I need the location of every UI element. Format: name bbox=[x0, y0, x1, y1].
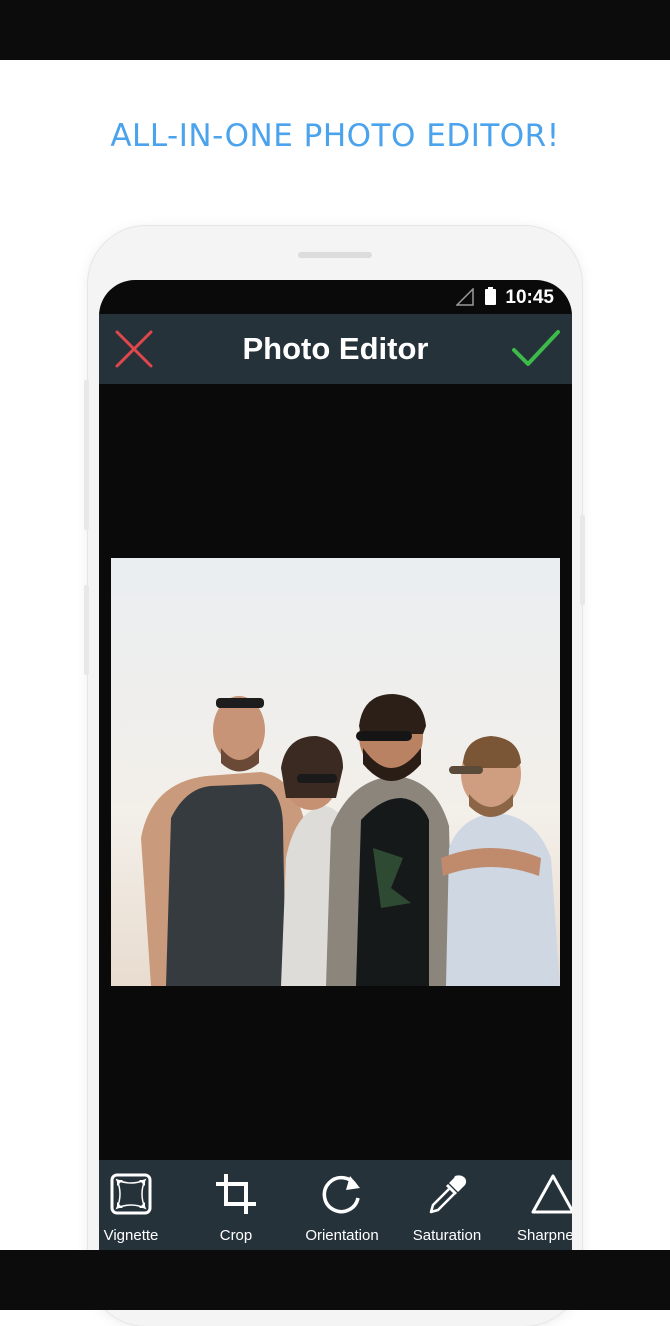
edit-toolbar: Vignette Crop Orientation Saturation Sha… bbox=[99, 1160, 572, 1260]
tool-label: Sharpne bbox=[517, 1227, 572, 1244]
crop-icon bbox=[216, 1174, 256, 1214]
status-bar: 10:45 bbox=[99, 280, 572, 314]
phone-side-button bbox=[84, 380, 89, 530]
phone-side-button bbox=[84, 585, 89, 675]
phone-side-button bbox=[580, 515, 585, 605]
tool-label: Vignette bbox=[103, 1227, 159, 1244]
tool-sharpness[interactable]: Sharpne bbox=[503, 1160, 572, 1260]
rotate-icon bbox=[322, 1175, 360, 1214]
promo-headline: ALL-IN-ONE PHOTO EDITOR! bbox=[110, 118, 560, 154]
tool-label: Saturation bbox=[412, 1227, 482, 1244]
triangle-icon bbox=[531, 1174, 572, 1214]
bottom-black-bar bbox=[0, 1250, 670, 1310]
tool-vignette[interactable]: Vignette bbox=[99, 1160, 181, 1260]
status-time: 10:45 bbox=[505, 287, 554, 308]
phone-speaker bbox=[298, 252, 372, 258]
signal-icon bbox=[456, 288, 474, 306]
battery-icon bbox=[485, 287, 496, 305]
eyedropper-icon bbox=[429, 1175, 467, 1214]
page-title: Photo Editor bbox=[242, 331, 429, 366]
tool-saturation[interactable]: Saturation bbox=[397, 1160, 497, 1260]
tool-orientation[interactable]: Orientation bbox=[292, 1160, 392, 1260]
vignette-icon bbox=[110, 1173, 152, 1215]
top-black-bar bbox=[0, 0, 670, 60]
tool-label: Crop bbox=[219, 1227, 253, 1244]
phone-screen: 10:45 Photo Editor Vignette Crop Orienta… bbox=[99, 280, 572, 1260]
app-bar: Photo Editor bbox=[99, 314, 572, 384]
edited-photo[interactable] bbox=[111, 558, 560, 986]
tool-label: Orientation bbox=[305, 1227, 379, 1244]
tool-crop[interactable]: Crop bbox=[186, 1160, 286, 1260]
check-icon[interactable] bbox=[511, 328, 561, 370]
photo-group-of-friends bbox=[111, 558, 560, 986]
